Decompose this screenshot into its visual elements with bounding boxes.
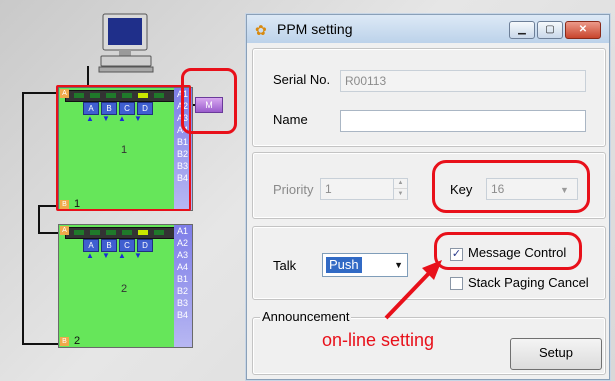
chevron-icon: ▲ <box>86 251 94 260</box>
priority-label: Priority <box>273 182 314 197</box>
stack-paging-checkbox[interactable] <box>450 277 463 290</box>
wire-mid-vertical <box>38 205 40 233</box>
message-control-highlight <box>434 232 582 270</box>
unit-status-strip <box>65 227 187 239</box>
name-label: Name <box>273 112 308 127</box>
minimize-button[interactable]: ▁ <box>509 21 535 39</box>
wire-left-vertical <box>22 92 24 344</box>
chevron-icon: ▲ <box>118 251 126 260</box>
wire-left-bottom <box>22 343 58 345</box>
maximize-button[interactable]: ▢ <box>537 21 563 39</box>
name-field[interactable] <box>340 110 586 132</box>
talk-selected-value: Push <box>326 257 362 273</box>
unit-corner-bottom: B <box>60 337 69 346</box>
annotation-arrow <box>384 260 442 320</box>
priority-spin-buttons: ▲ ▼ <box>393 178 407 200</box>
chevron-icon: ▼ <box>102 251 110 260</box>
unit-number: 2 <box>121 283 128 295</box>
serial-field: R00113 <box>340 70 586 92</box>
app-icon: ✿ <box>255 22 267 38</box>
key-highlight <box>432 160 590 213</box>
serial-label: Serial No. <box>273 72 331 87</box>
unit-index: 2 <box>74 335 81 347</box>
dialog-titlebar[interactable]: ✿ PPM setting ▁ ▢ ✕ <box>247 15 609 43</box>
unit-side-labels: A1 A2 A3 A4 B1 B2 B3 B4 <box>174 225 192 347</box>
message-button-highlight <box>181 68 237 134</box>
spin-down-icon: ▼ <box>394 189 407 200</box>
wire-left-top <box>22 92 58 94</box>
talk-label: Talk <box>273 258 297 273</box>
setup-button[interactable]: Setup <box>510 338 602 370</box>
ppm-unit-2[interactable]: A B C D ▲ ▼ ▲ ▼ A1 A2 A3 A4 B1 B2 B3 B4 A B 2 2 <box>58 224 193 348</box>
spin-up-icon: ▲ <box>394 178 407 189</box>
identity-group <box>252 48 606 147</box>
chevron-icon: ▼ <box>134 251 142 260</box>
online-setting-note: on-line setting <box>322 330 435 350</box>
wire-mid-top <box>38 205 58 207</box>
announcement-label: Announcement <box>260 309 352 324</box>
wire-mid-bottom <box>38 232 58 234</box>
dialog-title: PPM setting <box>277 21 353 37</box>
stack-paging-label: Stack Paging Cancel <box>468 275 589 290</box>
computer-icon[interactable] <box>97 12 155 74</box>
unit-1-highlight <box>56 85 191 211</box>
unit-corner-top: A <box>60 226 69 235</box>
close-button[interactable]: ✕ <box>565 21 601 39</box>
